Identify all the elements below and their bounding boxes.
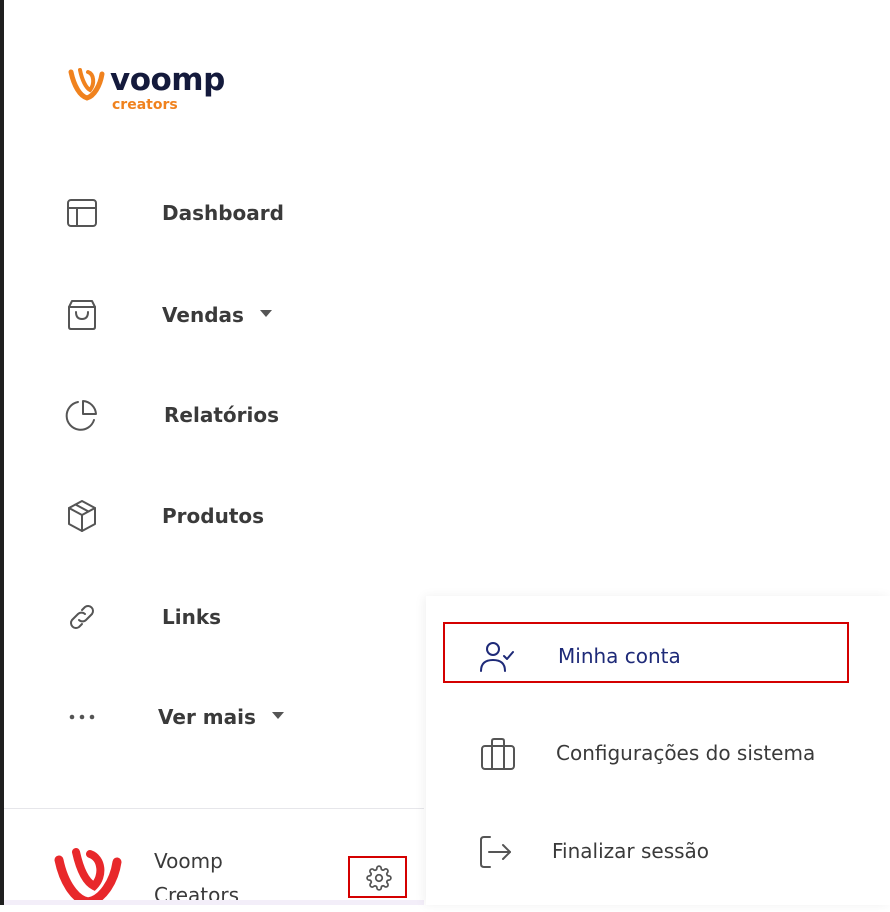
sidebar-item-label: Produtos	[162, 504, 265, 528]
link-icon	[64, 599, 100, 635]
sidebar-item-label: Relatórios	[164, 403, 279, 427]
briefcase-icon	[478, 735, 518, 773]
profile-section: Voomp Creators	[4, 812, 424, 907]
menu-item-label: Finalizar sessão	[552, 839, 710, 863]
profile-name-line2: Creators	[154, 883, 240, 907]
shopping-bag-icon	[64, 297, 100, 333]
sidebar-divider	[4, 808, 424, 809]
brand-logo[interactable]: voomp creators	[68, 62, 258, 118]
sidebar-item-vendas[interactable]: Vendas	[4, 287, 404, 343]
sidebar-item-relatorios[interactable]: Relatórios	[4, 387, 404, 443]
menu-item-label: Minha conta	[558, 644, 681, 668]
voomp-logo-icon[interactable]	[54, 842, 122, 905]
sidebar: voomp creators Dashboard Vendas Relatóri…	[4, 0, 424, 905]
sidebar-bottom-strip	[4, 900, 424, 905]
sidebar-item-text: Ver mais	[158, 705, 256, 729]
gear-icon	[366, 865, 392, 891]
chevron-down-icon	[259, 310, 272, 317]
package-icon	[64, 498, 100, 534]
sidebar-item-label: Ver mais	[158, 704, 284, 730]
layout-icon	[64, 195, 100, 231]
menu-item-label: Configurações do sistema	[556, 741, 816, 765]
sidebar-item-ver-mais[interactable]: Ver mais	[4, 689, 404, 745]
menu-item-minha-conta[interactable]: Minha conta	[426, 626, 890, 686]
sidebar-item-label: Links	[162, 605, 222, 629]
sidebar-item-produtos[interactable]: Produtos	[4, 488, 404, 544]
menu-item-configuracoes[interactable]: Configurações do sistema	[426, 723, 890, 783]
log-out-icon	[476, 833, 516, 871]
more-horizontal-icon	[64, 699, 100, 735]
voomp-logo-icon	[68, 68, 105, 101]
sidebar-item-text: Vendas	[162, 303, 244, 327]
brand-wordmark: voomp	[110, 62, 225, 98]
user-check-icon	[476, 638, 516, 676]
chevron-down-icon	[271, 712, 284, 719]
profile-name-line1: Voomp	[154, 849, 223, 873]
sidebar-item-links[interactable]: Links	[4, 589, 404, 645]
pie-chart-icon	[64, 397, 100, 433]
settings-button[interactable]	[348, 856, 407, 898]
sidebar-item-label: Dashboard	[162, 201, 284, 225]
brand-tagline: creators	[112, 97, 178, 113]
menu-item-finalizar-sessao[interactable]: Finalizar sessão	[426, 821, 890, 881]
sidebar-item-label: Vendas	[162, 302, 272, 328]
settings-menu: Minha conta Configurações do sistema Fin…	[426, 596, 890, 905]
sidebar-item-dashboard[interactable]: Dashboard	[4, 185, 404, 241]
